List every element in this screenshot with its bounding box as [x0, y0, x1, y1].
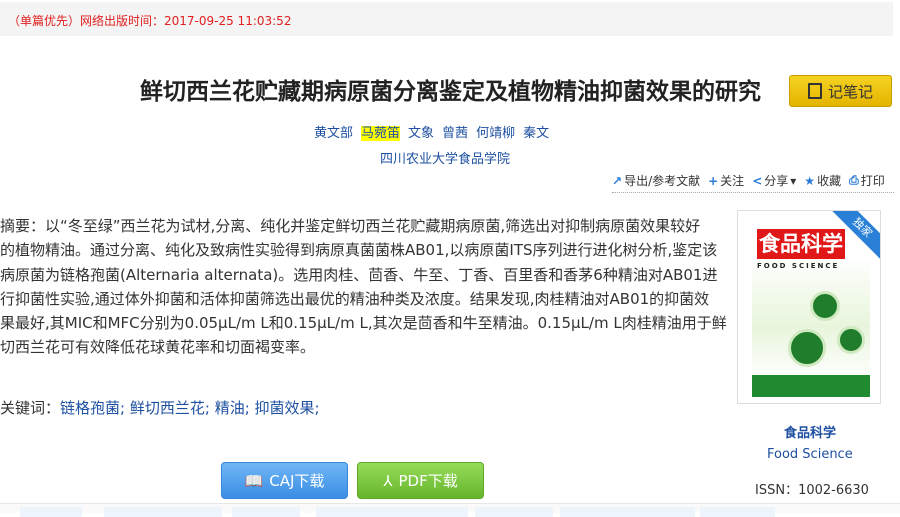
- related-tab[interactable]: [560, 507, 695, 517]
- journal-cover[interactable]: 食品科学 FOOD SCIENCE 独家: [737, 210, 881, 404]
- share-button[interactable]: < 分享 ▾: [752, 172, 796, 189]
- abstract-line: 切西兰花可有效降低花球黄花率和切面褐变率。: [0, 338, 316, 357]
- export-button[interactable]: ↗ 导出/参考文献: [612, 172, 700, 189]
- author-link[interactable]: 秦文: [523, 126, 549, 141]
- author-link[interactable]: 黄文部: [314, 126, 353, 141]
- abstract-line: 摘要：以“冬至绿”西兰花为试材,分离、纯化并鉴定鲜切西兰花贮藏期病原菌,筛选出对…: [0, 217, 701, 235]
- journal-english-name[interactable]: Food Science: [767, 447, 853, 462]
- publish-time: （单篇优先）网络出版时间：2017-09-25 11:03:52: [8, 14, 292, 28]
- journal-issn: ISSN：1002-6630: [755, 483, 869, 498]
- pdf-download-button[interactable]: ⅄ PDF下载: [357, 462, 484, 499]
- print-button[interactable]: ⎙ 打印: [849, 172, 885, 189]
- printer-icon: ⎙: [849, 173, 859, 187]
- author-link[interactable]: 文象: [408, 126, 434, 141]
- export-icon: ↗: [612, 173, 623, 188]
- abstract-line: 病原菌为链格孢菌(Alternaria alternata)。选用肉桂、茴香、牛…: [0, 265, 718, 284]
- keyword-link[interactable]: 精油;: [215, 399, 250, 417]
- abstract-line: 行抑菌性实验,通过体外抑菌和活体抑菌筛选出最优的精油种类及浓度。结果发现,肉桂精…: [0, 289, 710, 308]
- journal-name-link[interactable]: 食品科学: [784, 422, 836, 441]
- star-icon: ★: [804, 173, 816, 188]
- author-link[interactable]: 马菀笛: [361, 126, 401, 141]
- organization-link[interactable]: 四川农业大学食品学院: [380, 148, 510, 167]
- related-tab[interactable]: [316, 507, 468, 517]
- keyword-link[interactable]: 抑菌效果;: [255, 399, 320, 417]
- pdf-icon: ⅄: [383, 471, 393, 490]
- keyword-link[interactable]: 鲜切西兰花;: [130, 399, 210, 417]
- keywords: 关键词：链格孢菌; 鲜切西兰花; 精油; 抑菌效果;: [0, 399, 320, 417]
- author-list: 黄文部 马菀笛 文象 曾茜 何靖柳 秦文: [314, 122, 557, 141]
- notebook-icon: [807, 83, 822, 99]
- publish-info-bar: （单篇优先）网络出版时间：2017-09-25 11:03:52: [0, 2, 893, 36]
- caj-download-button[interactable]: 📖 CAJ下载: [221, 462, 348, 499]
- caret-down-icon: ▾: [790, 173, 797, 188]
- share-icon: <: [752, 173, 763, 188]
- abstract-line: 的植物精油。通过分离、纯化及致病性实验得到病原真菌菌株AB01,以病原菌ITS序…: [0, 241, 718, 260]
- favorite-button[interactable]: ★ 收藏: [804, 172, 841, 189]
- take-notes-button[interactable]: 记笔记: [789, 75, 892, 107]
- author-link[interactable]: 何靖柳: [476, 126, 515, 141]
- abstract: 摘要：以“冬至绿”西兰花为试材,分离、纯化并鉴定鲜切西兰花贮藏期病原菌,筛选出对…: [0, 214, 727, 360]
- related-tab[interactable]: [700, 507, 775, 517]
- author-link[interactable]: 曾茜: [442, 126, 468, 141]
- divider: [612, 192, 894, 193]
- related-tab[interactable]: [232, 507, 300, 517]
- article-toolbar: ↗ 导出/参考文献 + 关注 < 分享 ▾ ★ 收藏 ⎙ 打印: [612, 172, 885, 189]
- related-tab[interactable]: [104, 507, 222, 517]
- book-icon: 📖: [244, 471, 264, 490]
- abstract-line: 果最好,其MIC和MFC分别为0.05μL/m L和0.15μL/m L,其次是…: [0, 314, 727, 333]
- follow-button[interactable]: + 关注: [708, 172, 744, 189]
- related-tabs-bar: [0, 503, 900, 517]
- related-tab[interactable]: [20, 507, 82, 517]
- plus-icon: +: [708, 173, 719, 188]
- keyword-link[interactable]: 链格孢菌;: [60, 399, 125, 417]
- related-tab[interactable]: [475, 507, 553, 517]
